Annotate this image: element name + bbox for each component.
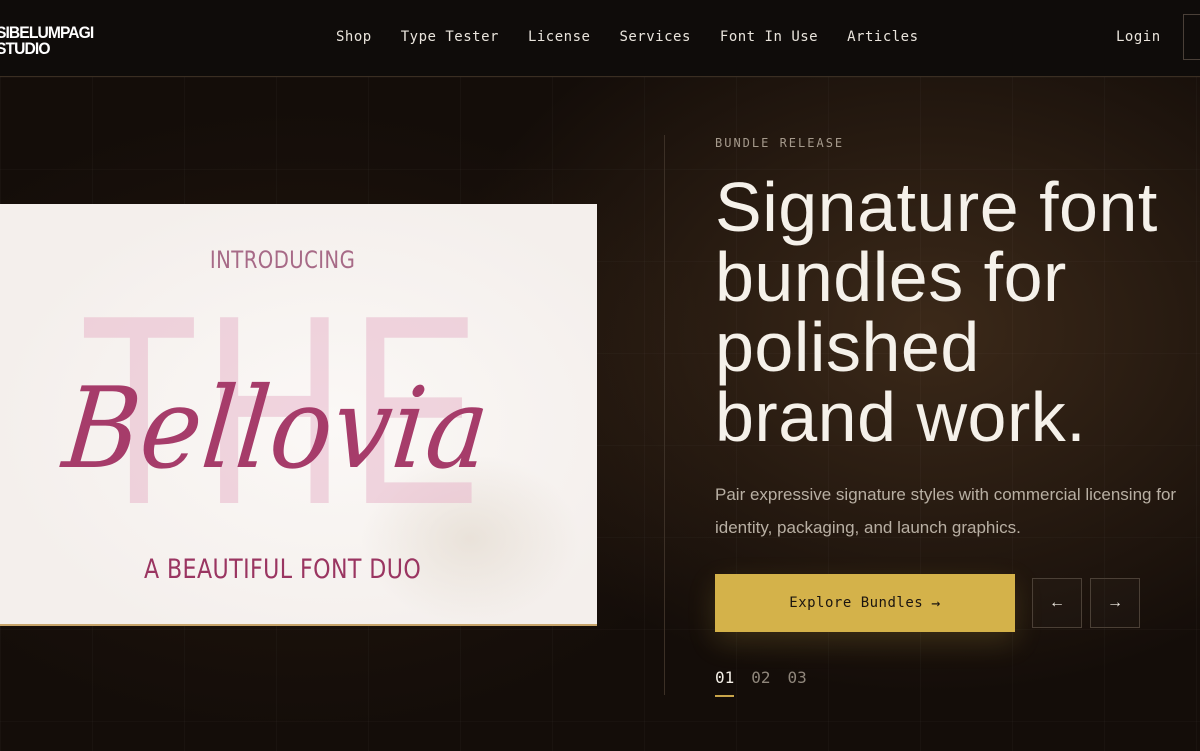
arrow-left-icon: ← bbox=[1049, 594, 1065, 611]
headline-line-1: Signature font bbox=[715, 168, 1158, 246]
card-script-title: Bellovia bbox=[58, 364, 496, 494]
nav-link-shop[interactable]: Shop bbox=[336, 29, 372, 45]
nav-link-license[interactable]: License bbox=[528, 29, 591, 45]
cart-button[interactable] bbox=[1183, 14, 1200, 60]
nav-link-type-tester[interactable]: Type Tester bbox=[401, 29, 499, 45]
nav-link-services[interactable]: Services bbox=[619, 29, 690, 45]
login-link[interactable]: Login bbox=[1116, 29, 1161, 45]
previous-slide-button[interactable]: ← bbox=[1032, 578, 1082, 628]
explore-bundles-button[interactable]: Explore Bundles → bbox=[715, 574, 1015, 632]
card-tagline: A BEAUTIFUL FONT DUO bbox=[143, 554, 422, 585]
explore-bundles-label: Explore Bundles bbox=[789, 595, 924, 611]
logo-line-2: STUDIO bbox=[0, 39, 50, 58]
nav-link-font-in-use[interactable]: Font In Use bbox=[720, 29, 818, 45]
hero-description: Pair expressive signature styles with co… bbox=[715, 478, 1200, 544]
nav-link-articles[interactable]: Articles bbox=[847, 29, 918, 45]
hero-headline: Signature font bundles for polished bran… bbox=[715, 172, 1200, 452]
main-nav: Shop Type Tester License Services Font I… bbox=[336, 29, 948, 45]
headline-line-4: brand work. bbox=[715, 378, 1087, 456]
arrow-right-icon: → bbox=[931, 594, 941, 612]
hero-eyebrow: BUNDLE RELEASE bbox=[715, 136, 845, 150]
headline-line-2: bundles for bbox=[715, 238, 1067, 316]
pager-item-02[interactable]: 02 bbox=[751, 668, 770, 697]
logo[interactable]: SIBELUMPAGI STUDIO bbox=[0, 24, 94, 58]
site-header: SIBELUMPAGI STUDIO Shop Type Tester Lice… bbox=[0, 0, 1200, 77]
headline-line-3: polished bbox=[715, 308, 980, 386]
description-line-1: Pair expressive signature styles with co… bbox=[715, 485, 1177, 504]
pager-item-01[interactable]: 01 bbox=[715, 668, 735, 697]
description-line-2: identity, packaging, and launch graphics… bbox=[715, 518, 1021, 537]
arrow-right-icon: → bbox=[1107, 594, 1123, 611]
column-divider bbox=[664, 135, 665, 695]
pager-item-03[interactable]: 03 bbox=[788, 668, 807, 697]
slide-pager: 01 02 03 bbox=[715, 668, 824, 697]
featured-product-card[interactable]: INTRODUCING THE Bellovia A BEAUTIFUL FON… bbox=[0, 204, 597, 624]
next-slide-button[interactable]: → bbox=[1090, 578, 1140, 628]
